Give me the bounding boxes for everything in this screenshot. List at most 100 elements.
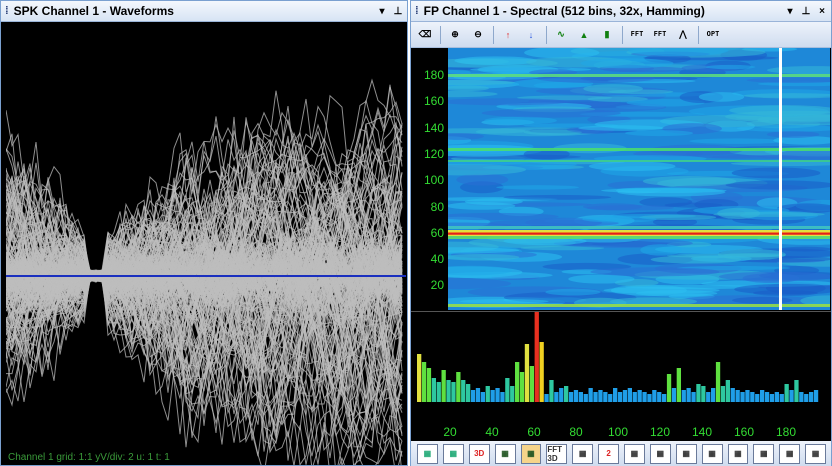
fft-3d-button[interactable]: FFT 3D	[546, 443, 568, 464]
spectrum-bar	[456, 372, 461, 402]
view-f-button[interactable]: ▦	[701, 443, 723, 464]
spectrogram-texture	[698, 92, 745, 102]
scale-down-icon[interactable]: ↓	[520, 24, 542, 46]
spectral-title: FP Channel 1 - Spectral (512 bins, 32x, …	[423, 4, 705, 18]
spectrogram-band	[448, 74, 830, 77]
spectrum-bar	[544, 394, 549, 402]
spectrum-bar	[637, 390, 642, 402]
peak-icon-glyph: ⋀	[679, 29, 687, 39]
spectrum-bar	[470, 390, 476, 402]
view-buttons-bar: ▦ ▦ 3D ▦ ▦ FFT 3D ▦ 2 ▦ ▦ ▦ ▦ ▦ ▦ ▦ ▦	[411, 441, 831, 466]
x-tick-label: 80	[569, 425, 583, 439]
spectrum-bar	[681, 390, 686, 402]
view-a-button[interactable]: ▦	[417, 443, 438, 464]
spectrum-bar	[666, 374, 672, 402]
spectrum-bar	[524, 344, 530, 402]
spectrum-bar	[598, 390, 603, 402]
spectrogram-peak-band	[448, 233, 830, 235]
spectral-toolbar: ⌫ ⊕ ⊖ ↑ ↓ ∿ ▲ ▮ FFT FFT ⋀ OPT	[411, 22, 831, 48]
pin-icon[interactable]: ⊥	[799, 6, 813, 17]
3d-button[interactable]: 3D	[468, 443, 490, 464]
view-j-button[interactable]: ▦	[805, 443, 826, 464]
y-tick-label: 120	[423, 146, 444, 161]
options-icon[interactable]: OPT	[702, 24, 724, 46]
grip-icon: ⁞	[415, 5, 419, 17]
y-tick-label: 80	[430, 199, 444, 214]
view-c-button[interactable]: ▦	[624, 443, 645, 464]
waveforms-titlebar[interactable]: ⁞ SPK Channel 1 - Waveforms ▾ ⊥	[1, 1, 407, 22]
spectrum-bar	[549, 380, 554, 402]
spectrum-view-button[interactable]: ▦	[494, 443, 516, 464]
scale-up-icon[interactable]: ↑	[497, 24, 519, 46]
spectrogram-texture	[731, 167, 821, 179]
spectrum-bar	[421, 362, 427, 402]
area-plot-icon-glyph: ▲	[579, 29, 589, 40]
zoom-out-icon[interactable]: ⊖	[467, 24, 489, 46]
view-i-button[interactable]: ▦	[779, 443, 801, 464]
spectrum-bar	[510, 386, 515, 402]
spectrum-bar	[554, 392, 559, 402]
close-icon[interactable]: ×	[815, 6, 829, 17]
spectrum-bar	[647, 394, 652, 402]
spectrogram-texture	[459, 299, 549, 304]
view-d-button[interactable]: ▦	[649, 443, 671, 464]
waveform-plot[interactable]: Channel 1 grid: 1:1 yV/div: 2 u: 1 t: 1	[6, 22, 406, 465]
spectrum-bar	[691, 392, 696, 402]
spectrum-bar	[617, 392, 623, 402]
view-h-button[interactable]: ▦	[753, 443, 775, 464]
spectrum-bar	[564, 386, 569, 402]
channel-2-button[interactable]: 2	[598, 443, 619, 464]
zoom-in-icon[interactable]: ⊕	[444, 24, 466, 46]
fft-bins-icon-glyph: FFT	[653, 30, 667, 38]
dropdown-icon[interactable]: ▾	[783, 6, 797, 17]
view-i-button-label: ▦	[785, 449, 794, 458]
grid-view-button[interactable]: ▦	[572, 443, 594, 464]
line-plot-icon[interactable]: ∿	[550, 24, 572, 46]
waveform-traces	[6, 78, 406, 465]
fft-settings-icon[interactable]: FFT	[626, 24, 648, 46]
spectrum-bar	[686, 388, 691, 402]
spectral-titlebar[interactable]: ⁞ FP Channel 1 - Spectral (512 bins, 32x…	[411, 1, 831, 22]
spectrum-bar	[568, 392, 574, 402]
spectrum-bar	[813, 390, 819, 402]
x-tick-label: 160	[733, 425, 755, 439]
spectrogram-texture	[568, 274, 635, 284]
spectrogram-plot[interactable]	[448, 48, 830, 310]
spectrogram-texture	[580, 58, 674, 69]
toolbar-separator	[622, 25, 623, 44]
spectrogram-texture	[717, 249, 786, 261]
eraser-icon-glyph: ⌫	[418, 29, 432, 39]
dropdown-icon[interactable]: ▾	[375, 6, 389, 17]
zoom-in-icon-glyph: ⊕	[451, 29, 459, 39]
pin-icon[interactable]: ⊥	[391, 6, 405, 17]
spectrogram-band	[448, 304, 830, 307]
spectrum-bar	[436, 382, 441, 402]
fft-bins-icon[interactable]: FFT	[649, 24, 671, 46]
toolbar-separator	[493, 25, 494, 44]
spectrum-bar	[515, 362, 520, 402]
spectrogram-texture	[642, 176, 737, 187]
zoom-out-icon-glyph: ⊖	[474, 29, 482, 39]
spectrogram-texture	[588, 161, 676, 171]
x-tick-label: 100	[607, 425, 629, 439]
bar-plot-icon[interactable]: ▮	[596, 24, 618, 46]
view-b-button[interactable]: ▦	[442, 443, 464, 464]
area-plot-icon[interactable]: ▲	[573, 24, 595, 46]
spectrum-bar	[583, 394, 588, 402]
spectrum-bar	[608, 394, 613, 402]
spectrum-bar	[417, 354, 422, 402]
waterfall-view-button[interactable]: ▦	[520, 443, 542, 464]
eraser-icon[interactable]: ⌫	[414, 24, 436, 46]
waveforms-panel: ⁞ SPK Channel 1 - Waveforms ▾ ⊥ Channel …	[0, 0, 408, 466]
spectrogram-texture	[717, 207, 761, 219]
toolbar-separator	[440, 25, 441, 44]
x-tick-label: 180	[775, 425, 797, 439]
view-f-button-label: ▦	[708, 449, 716, 458]
spectrum-plot[interactable]	[411, 311, 831, 423]
view-e-button[interactable]: ▦	[675, 443, 697, 464]
spectrogram-texture	[582, 203, 643, 211]
peak-icon[interactable]: ⋀	[672, 24, 694, 46]
spectrum-bar	[676, 368, 681, 402]
spectrum-bar	[696, 384, 701, 402]
view-g-button[interactable]: ▦	[727, 443, 749, 464]
